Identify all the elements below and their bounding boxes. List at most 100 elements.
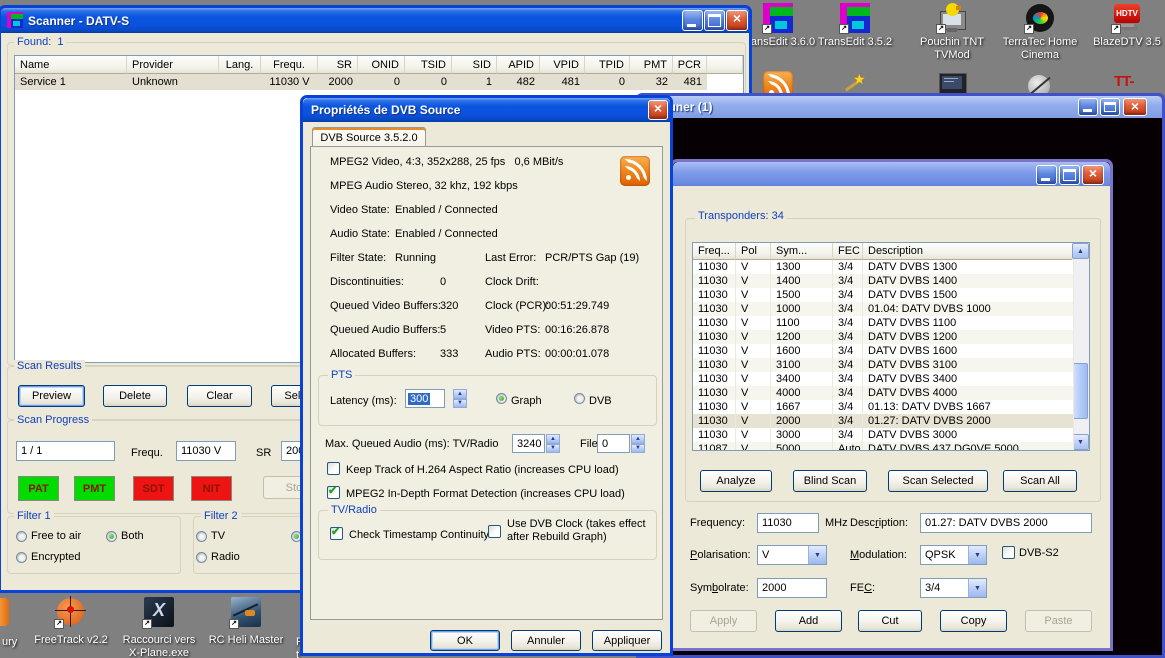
column-header[interactable]: FEC [833, 243, 863, 260]
latency-spinner[interactable]: ▲ ▼ [453, 389, 467, 408]
column-header[interactable]: TSID [405, 56, 452, 74]
column-header[interactable]: Frequ. [261, 56, 318, 74]
h264-aspect-checkbox[interactable] [327, 462, 340, 475]
latency-field[interactable]: 300 [405, 389, 445, 408]
dialog-titlebar[interactable]: Propriétés de DVB Source [303, 98, 670, 122]
transponder-row[interactable]: 11030V16673/401.13: DATV DVBS 1667 [693, 400, 1073, 414]
scanner-titlebar[interactable]: Scanner - DATV-S [1, 8, 749, 33]
fec-select[interactable]: 3/4 ▼ [920, 578, 987, 598]
close-button[interactable] [1123, 98, 1147, 116]
scrollbar-up-button[interactable]: ▲ [1072, 243, 1089, 259]
cut-button[interactable]: Cut [858, 610, 922, 632]
dvbs2-checkbox[interactable] [1002, 546, 1015, 559]
column-header[interactable]: Sym... [771, 243, 833, 260]
progress-field[interactable]: 1 / 1 [16, 441, 115, 461]
close-button[interactable] [648, 100, 668, 120]
mpeg2-indepth-checkbox[interactable] [327, 486, 340, 499]
column-header[interactable]: VPID [540, 56, 585, 74]
column-header[interactable]: SR [318, 56, 358, 74]
frequency-field[interactable]: 11030 [757, 513, 819, 533]
transponder-row[interactable]: 11030V34003/4DATV DVBS 3400 [693, 372, 1073, 386]
desktop-icon-label[interactable]: Raccourci vers [114, 634, 204, 646]
add-button[interactable]: Add [775, 610, 842, 632]
analyze-button[interactable]: Analyze [700, 470, 772, 492]
minimize-button[interactable] [1036, 165, 1057, 185]
desktop-icon-label[interactable]: TVMod [907, 49, 997, 61]
maximize-button[interactable] [1059, 165, 1080, 185]
service-row[interactable]: Service 1Unknown11030 V20000014824810324… [15, 74, 707, 90]
terratec-icon[interactable]: ↗ [1025, 3, 1055, 33]
column-header[interactable]: SID [452, 56, 497, 74]
graph-radio[interactable] [496, 393, 507, 404]
close-button[interactable] [1082, 165, 1104, 185]
spinner-up-icon[interactable]: ▲ [631, 434, 645, 444]
radio-radio[interactable] [196, 552, 207, 563]
apply-button[interactable]: Apply [690, 610, 757, 632]
column-header[interactable]: PMT [630, 56, 673, 74]
free-to-air-radio[interactable] [16, 531, 27, 542]
transponders-titlebar[interactable] [673, 162, 1110, 186]
transponder-row[interactable]: 11030V12003/4DATV DVBS 1200 [693, 330, 1073, 344]
file-ms-field[interactable]: 0 [597, 434, 630, 453]
transedit-360-icon[interactable]: ↗ [763, 3, 793, 33]
desktop-icon-label[interactable]: RC Heli Master [201, 634, 291, 646]
scan-selected-button[interactable]: Scan Selected [888, 470, 988, 492]
ok-button[interactable]: OK [430, 630, 500, 651]
transponder-row[interactable]: 11030V40003/4DATV DVBS 4000 [693, 386, 1073, 400]
transponder-row[interactable]: 11030V30003/4DATV DVBS 3000 [693, 428, 1073, 442]
column-header[interactable]: Freq... [693, 243, 736, 260]
frequ-field[interactable]: 11030 V [176, 441, 236, 461]
paste-button[interactable]: Paste [1025, 610, 1092, 632]
transponders-table[interactable]: Freq...PolSym...FECDescription ▲ ▼ 11030… [692, 242, 1090, 451]
scrollbar-down-button[interactable]: ▼ [1072, 434, 1089, 450]
freetrack-icon[interactable]: ↗ [55, 596, 87, 628]
desktop-icon-label[interactable]: FreeTrack v2.2 [26, 634, 116, 646]
minimize-button[interactable] [1078, 98, 1098, 116]
scan-all-button[interactable]: Scan All [1003, 470, 1077, 492]
column-header[interactable]: ONID [358, 56, 405, 74]
spinner-up-icon[interactable]: ▲ [546, 434, 560, 444]
close-button[interactable] [726, 10, 748, 31]
transponder-row[interactable]: 11030V10003/401.04: DATV DVBS 1000 [693, 302, 1073, 316]
column-header[interactable]: Lang. [219, 56, 261, 74]
desktop-icon-label[interactable]: Pouchin TNT [907, 36, 997, 48]
transponder-row[interactable]: 11030V20003/401.27: DATV DVBS 2000 [693, 414, 1073, 428]
transedit-352-icon[interactable]: ↗ [840, 3, 870, 33]
column-header[interactable]: Description [863, 243, 1074, 260]
xplane-icon[interactable]: X ↗ [143, 596, 175, 628]
delete-button[interactable]: Delete [103, 385, 167, 407]
column-header[interactable]: TPID [585, 56, 630, 74]
tuner-titlebar[interactable]: Tuner (1) [639, 96, 1162, 118]
copy-button[interactable]: Copy [940, 610, 1007, 632]
spinner-up-icon[interactable]: ▲ [453, 389, 467, 399]
transponder-row[interactable]: 11030V31003/4DATV DVBS 3100 [693, 358, 1073, 372]
pouchin-tnt-icon[interactable]: ↗ [937, 3, 967, 33]
transponder-row[interactable]: 11087V5000AutoDATV DVBS 437 DG0VE 5000 [693, 442, 1073, 451]
maximize-button[interactable] [704, 10, 725, 31]
clear-button[interactable]: Clear [187, 385, 252, 407]
modulation-select[interactable]: QPSK ▼ [920, 545, 987, 565]
spinner-down-icon[interactable]: ▼ [453, 399, 467, 409]
symbolrate-field[interactable]: 2000 [757, 578, 827, 598]
tv-radio-ms-field[interactable]: 3240 [512, 434, 545, 453]
transponder-row[interactable]: 11030V14003/4DATV DVBS 1400 [693, 274, 1073, 288]
file-ms-spinner[interactable]: ▲ ▼ [631, 434, 645, 453]
desktop-icon-label[interactable]: TransEdit 3.5.2 [810, 36, 900, 48]
desktop-icon-label[interactable]: Cinema [995, 49, 1085, 61]
preview-button[interactable]: Preview [18, 385, 85, 407]
chevron-down-icon[interactable]: ▼ [808, 546, 826, 564]
minimize-button[interactable] [682, 10, 703, 31]
transponder-row[interactable]: 11030V11003/4DATV DVBS 1100 [693, 316, 1073, 330]
both-radio[interactable] [106, 531, 117, 542]
desktop-icon-label[interactable]: X-Plane.exe [114, 647, 204, 658]
transponder-row[interactable]: 11030V15003/4DATV DVBS 1500 [693, 288, 1073, 302]
description-field[interactable]: 01.27: DATV DVBS 2000 [920, 513, 1092, 533]
dvb-radio[interactable] [574, 393, 585, 404]
timestamp-continuity-checkbox[interactable] [330, 527, 343, 540]
transponder-row[interactable]: 11030V13003/4DATV DVBS 1300 [693, 260, 1073, 274]
apply-button[interactable]: Appliquer [592, 630, 662, 651]
column-header[interactable]: PCR [673, 56, 707, 74]
blind-scan-button[interactable]: Blind Scan [793, 470, 867, 492]
clipped-desktop-icon[interactable] [0, 598, 9, 626]
scrollbar-thumb[interactable] [1073, 363, 1088, 419]
